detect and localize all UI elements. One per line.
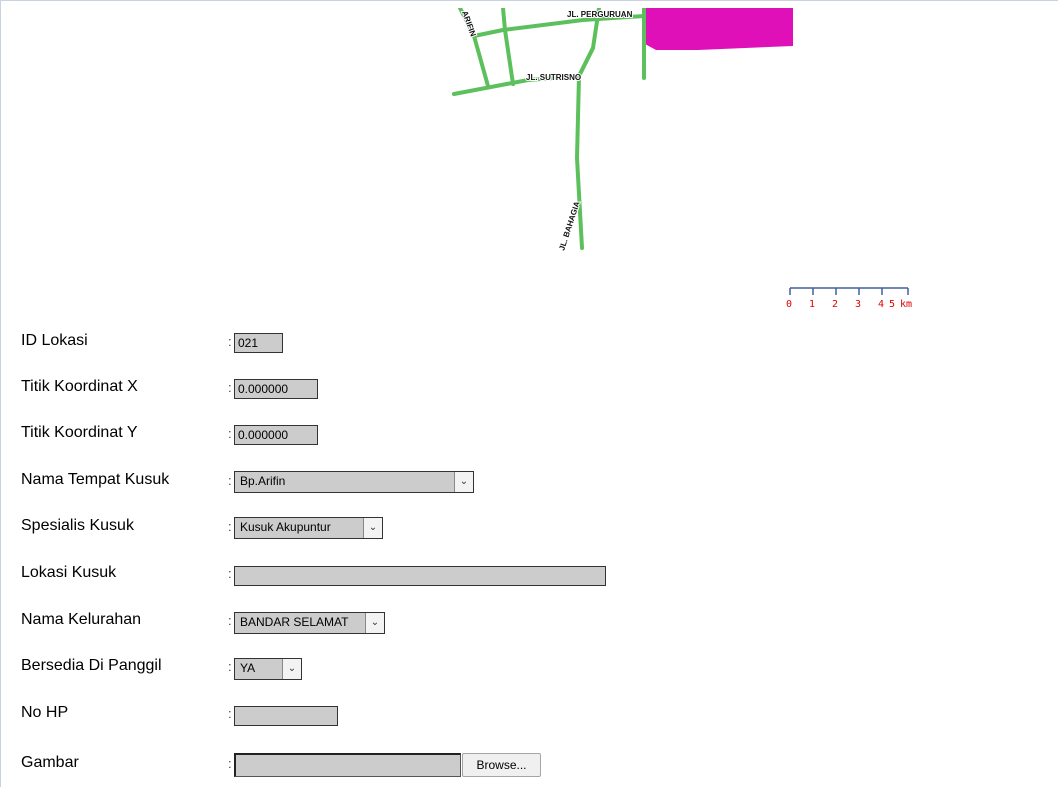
nama-tempat-selected: Bp.Arifin [240,474,286,488]
lokasi-label: Lokasi Kusuk [21,564,117,581]
scale-tick-3: 3 [855,299,861,310]
row-koordinat-x: Titik Koordinat X : 0.000000 [0,377,1000,407]
colon: : [228,756,232,771]
koordinat-x-input[interactable]: 0.000000 [234,379,318,399]
kelurahan-selected: BANDAR SELAMAT [240,615,349,629]
koordinat-y-label: Titik Koordinat Y [21,424,138,441]
nama-tempat-select[interactable]: Bp.Arifin ⌄ [234,471,474,493]
chevron-down-icon[interactable]: ⌄ [282,659,301,679]
map-canvas[interactable]: JL. PERGURUAN JL. SUTRISNO JL. BAHAGIA A… [8,8,1038,318]
koordinat-y-input[interactable]: 0.000000 [234,425,318,445]
colon: : [228,473,232,488]
no-hp-input[interactable] [234,706,338,726]
row-koordinat-y: Titik Koordinat Y : 0.000000 [0,423,1000,453]
chevron-down-icon[interactable]: ⌄ [363,518,382,538]
road-vertical-1 [501,8,515,86]
row-gambar: Gambar : Browse... [0,753,1000,783]
row-spesialis: Spesialis Kusuk : Kusuk Akupuntur ⌄ [0,516,1000,546]
row-id-lokasi: ID Lokasi : 021 [0,331,1000,361]
colon: : [228,613,232,628]
scale-tick-2: 2 [832,299,838,310]
road-label-arifin: ARIFIN [460,10,478,38]
chevron-down-icon[interactable]: ⌄ [454,472,473,492]
bersedia-select[interactable]: YA ⌄ [234,658,302,680]
no-hp-label: No HP [21,704,69,721]
road-label-bahagia: JL. BAHAGIA [557,200,581,252]
chevron-down-icon[interactable]: ⌄ [365,613,384,633]
scale-tick-4: 4 [878,299,884,310]
road-label-perguruan: JL. PERGURUAN [567,10,633,19]
lokasi-input[interactable] [234,566,606,586]
row-lokasi: Lokasi Kusuk : [0,563,1000,593]
colon: : [228,426,232,441]
row-bersedia: Bersedia Di Panggil : YA ⌄ [0,656,1000,686]
row-nama-tempat: Nama Tempat Kusuk : Bp.Arifin ⌄ [0,470,1000,500]
map-area-polygon [645,8,793,50]
road-cross [472,14,646,38]
spesialis-selected: Kusuk Akupuntur [240,520,331,534]
scale-bar: 0 1 2 3 4 5 km [786,287,912,310]
gambar-file-input[interactable] [234,753,461,777]
spesialis-select[interactable]: Kusuk Akupuntur ⌄ [234,517,383,539]
id-lokasi-label: ID Lokasi [21,332,88,349]
kelurahan-select[interactable]: BANDAR SELAMAT ⌄ [234,612,385,634]
colon: : [228,566,232,581]
kelurahan-label: Nama Kelurahan [21,611,142,628]
colon: : [228,334,232,349]
colon: : [228,519,232,534]
spesialis-label: Spesialis Kusuk [21,517,134,534]
colon: : [228,659,232,674]
id-lokasi-input[interactable]: 021 [234,333,283,353]
browse-button[interactable]: Browse... [462,753,541,777]
row-no-hp: No HP : [0,703,1000,733]
scale-tick-5: 5 [889,299,895,310]
scale-tick-1: 1 [809,299,815,310]
road-label-sutrisno: JL. SUTRISNO [526,73,581,82]
gambar-label: Gambar [21,754,79,771]
map-view[interactable]: JL. PERGURUAN JL. SUTRISNO JL. BAHAGIA A… [8,8,1038,318]
koordinat-x-label: Titik Koordinat X [21,378,138,395]
colon: : [228,380,232,395]
colon: : [228,706,232,721]
scale-unit: km [900,299,912,310]
bersedia-label: Bersedia Di Panggil [21,657,162,674]
row-kelurahan: Nama Kelurahan : BANDAR SELAMAT ⌄ [0,610,1000,640]
bersedia-selected: YA [240,661,256,675]
nama-tempat-label: Nama Tempat Kusuk [21,471,170,488]
scale-tick-0: 0 [786,299,792,310]
